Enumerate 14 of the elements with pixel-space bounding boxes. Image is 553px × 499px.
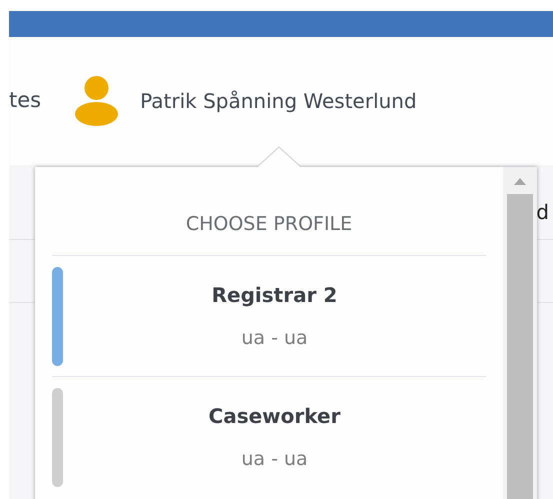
profile-item[interactable]: Registrar 2 ua - ua: [52, 254, 486, 376]
user-name[interactable]: Patrik Spånning Westerlund: [140, 86, 417, 116]
scroll-up-icon[interactable]: [514, 177, 526, 185]
profile-detail: ua - ua: [241, 326, 308, 351]
nav-link[interactable]: tes: [9, 85, 42, 117]
profile-name: Registrar 2: [212, 282, 338, 309]
scrollbar[interactable]: [503, 167, 537, 499]
user-icon: [74, 76, 120, 126]
scrollbar-thumb[interactable]: [507, 194, 533, 499]
profile-item[interactable]: Caseworker ua - ua: [52, 376, 486, 496]
profile-name: Caseworker: [208, 402, 340, 430]
menu-title: CHOOSE PROFILE: [186, 212, 352, 237]
content-text: d: [536, 199, 549, 226]
profile-detail: ua - ua: [241, 446, 308, 472]
